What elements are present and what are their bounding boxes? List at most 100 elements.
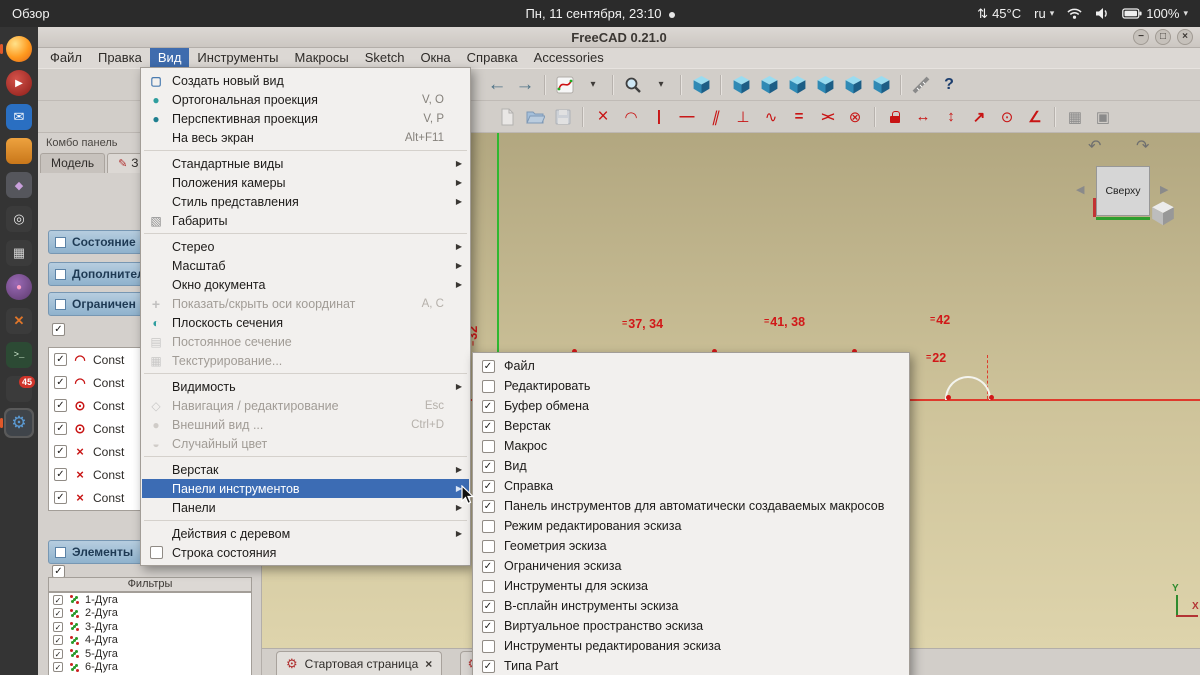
element-row[interactable]: ✓ 4-Дуга xyxy=(49,634,251,648)
toolbar-button[interactable]: — xyxy=(674,104,700,130)
toolbar-button[interactable]: ⊥ xyxy=(730,104,756,130)
toolbar-toggle-item[interactable]: Режим редактирования эскиза xyxy=(474,516,908,536)
toolbar-button[interactable]: >< xyxy=(814,104,840,130)
navcube-mini-cube-icon[interactable] xyxy=(1150,200,1176,231)
element-row[interactable]: ✓ 5-Дуга xyxy=(49,647,251,661)
menubar-item[interactable]: Файл xyxy=(42,48,90,68)
menubar-item[interactable]: Инструменты xyxy=(189,48,286,68)
nav-left-arrow-icon[interactable]: ◀ xyxy=(1076,183,1084,196)
toolbar-toggle-item[interactable]: Инструменты для эскиза xyxy=(474,576,908,596)
minimize-button[interactable]: − xyxy=(1133,29,1149,45)
element-row[interactable]: ✓ 3-Дуга xyxy=(49,620,251,634)
toolbar-button[interactable]: ▣ xyxy=(1090,104,1116,130)
maximize-button[interactable]: □ xyxy=(1155,29,1171,45)
auto-update-checkbox[interactable]: ✓ xyxy=(52,323,65,336)
toolbar-toggle-item[interactable]: ✓ B-сплайн инструменты эскиза xyxy=(474,596,908,616)
tab-start-page[interactable]: ⚙ Стартовая страница × xyxy=(276,651,443,675)
element-checkbox[interactable]: ✓ xyxy=(53,648,63,659)
panel-tab[interactable]: Модель xyxy=(40,153,106,173)
menu-item[interactable]: Ортогональная проекция V, O xyxy=(142,90,469,109)
menu-item[interactable]: Показать/скрыть оси координат A, C xyxy=(142,294,469,313)
menubar-item[interactable]: Вид xyxy=(149,48,190,68)
screenshot-tool-launcher[interactable]: ◎ xyxy=(4,204,34,234)
toolbar-button[interactable] xyxy=(784,72,810,98)
element-checkbox[interactable]: ✓ xyxy=(53,594,63,605)
menu-item[interactable]: Постоянное сечение xyxy=(142,332,469,351)
constraint-checkbox[interactable]: ✓ xyxy=(54,445,67,458)
toolbar-toggle-item[interactable]: ✓ Файл xyxy=(474,356,908,376)
menu-item[interactable]: Плоскость сечения xyxy=(142,313,469,332)
toolbar-button[interactable]: ⊙ xyxy=(994,104,1020,130)
menu-item[interactable]: Видимость ▶ xyxy=(142,377,469,396)
toolbar-toggle-item[interactable]: ✓ Панель инструментов для автоматически с… xyxy=(474,496,908,516)
window-titlebar[interactable]: FreeCAD 0.21.0 − □ × xyxy=(38,27,1200,48)
menu-item[interactable]: Навигация / редактирование Esc xyxy=(142,396,469,415)
menu-item[interactable]: Панели инструментов ▶ xyxy=(142,479,469,498)
navigation-cube[interactable]: ↶ ↷ ◀ ▶ Сверху xyxy=(1070,138,1180,238)
constraint-checkbox[interactable]: ✓ xyxy=(54,422,67,435)
constraint-checkbox[interactable]: ✓ xyxy=(54,376,67,389)
constraint-value-label[interactable]: =37, 34 xyxy=(622,317,663,331)
constraint-checkbox[interactable]: ✓ xyxy=(54,353,67,366)
close-button[interactable]: × xyxy=(1177,29,1193,45)
toolbar-button[interactable] xyxy=(494,104,520,130)
files-launcher[interactable] xyxy=(4,136,34,166)
sketch-point[interactable] xyxy=(989,395,994,400)
menubar-item[interactable]: Макросы xyxy=(286,48,356,68)
toolbar-button[interactable]: ↗ xyxy=(966,104,992,130)
toolbar-button[interactable] xyxy=(812,72,838,98)
freecad-launcher[interactable]: ⚙ xyxy=(0,408,34,438)
constraint-checkbox[interactable]: ✓ xyxy=(54,468,67,481)
menu-item[interactable]: Перспективная проекция V, P xyxy=(142,109,469,128)
toolbar-button[interactable] xyxy=(868,72,894,98)
toolbar-button[interactable]: ? xyxy=(936,72,962,98)
mail-launcher[interactable]: ✉ xyxy=(4,102,34,132)
messenger-launcher[interactable]: ● xyxy=(4,272,34,302)
toolbar-toggle-item[interactable]: ✓ Вид xyxy=(474,456,908,476)
toolbar-toggle-item[interactable]: Инструменты редактирования эскиза xyxy=(474,636,908,656)
constraint-value-label[interactable]: =41, 38 xyxy=(764,315,805,329)
element-row[interactable]: ✓ 2-Дуга xyxy=(49,607,251,621)
toolbar-toggle-item[interactable]: ✓ Виртуальное пространство эскиза xyxy=(474,616,908,636)
toolbar-button[interactable] xyxy=(728,72,754,98)
toolbar-toggle-item[interactable]: Редактировать xyxy=(474,376,908,396)
media-player-launcher[interactable]: ▶ xyxy=(4,68,34,98)
element-checkbox[interactable]: ✓ xyxy=(53,635,63,646)
toolbar-button[interactable]: → xyxy=(512,72,538,98)
element-row[interactable]: ✓ 6-Дуга xyxy=(49,661,251,675)
menu-item[interactable]: Масштаб ▶ xyxy=(142,256,469,275)
software-center-launcher[interactable]: ◆ xyxy=(4,170,34,200)
menu-item[interactable]: Внешний вид ... Ctrl+D xyxy=(142,415,469,434)
close-tab-icon[interactable]: × xyxy=(425,657,432,671)
toolbar-button[interactable] xyxy=(908,72,934,98)
calculator-launcher[interactable]: ▦ xyxy=(4,238,34,268)
toolbar-toggle-item[interactable]: ✓ Типа Part xyxy=(474,656,908,675)
toolbar-toggle-item[interactable]: ✓ Ограничения эскиза xyxy=(474,556,908,576)
element-checkbox[interactable]: ✓ xyxy=(53,608,63,619)
navcube-top-face[interactable]: Сверху xyxy=(1096,166,1150,216)
menu-item[interactable]: Верстак ▶ xyxy=(142,460,469,479)
toolbar-button[interactable]: ↕ xyxy=(938,104,964,130)
toolbar-button[interactable]: ↔ xyxy=(910,104,936,130)
firefox-launcher[interactable] xyxy=(0,34,34,64)
clock[interactable]: Пн, 11 сентября, 23:10 xyxy=(0,6,1200,21)
element-checkbox[interactable]: ✓ xyxy=(53,621,63,632)
toolbar-button[interactable] xyxy=(840,72,866,98)
menu-item[interactable]: Стерео ▶ xyxy=(142,237,469,256)
toolbar-button[interactable]: ◠ xyxy=(618,104,644,130)
constraint-value-label[interactable]: =22 xyxy=(926,351,946,365)
menu-item[interactable]: Габариты xyxy=(142,211,469,230)
toolbar-button[interactable]: ▦ xyxy=(1062,104,1088,130)
constraint-checkbox[interactable]: ✓ xyxy=(54,491,67,504)
menu-item[interactable]: Случайный цвет xyxy=(142,434,469,453)
nav-right-arrow-icon[interactable]: ▶ xyxy=(1160,183,1168,196)
toolbar-button[interactable] xyxy=(522,104,548,130)
rotate-right-icon[interactable]: ↷ xyxy=(1136,136,1149,156)
toolbar-button[interactable]: ▾ xyxy=(580,72,606,98)
sketch-point[interactable] xyxy=(946,395,951,400)
toolbar-button[interactable] xyxy=(882,104,908,130)
menu-item[interactable]: Действия с деревом ▶ xyxy=(142,524,469,543)
toolbar-button[interactable]: ∿ xyxy=(758,104,784,130)
menu-item[interactable]: Создать новый вид xyxy=(142,71,469,90)
menu-item[interactable]: Панели ▶ xyxy=(142,498,469,517)
